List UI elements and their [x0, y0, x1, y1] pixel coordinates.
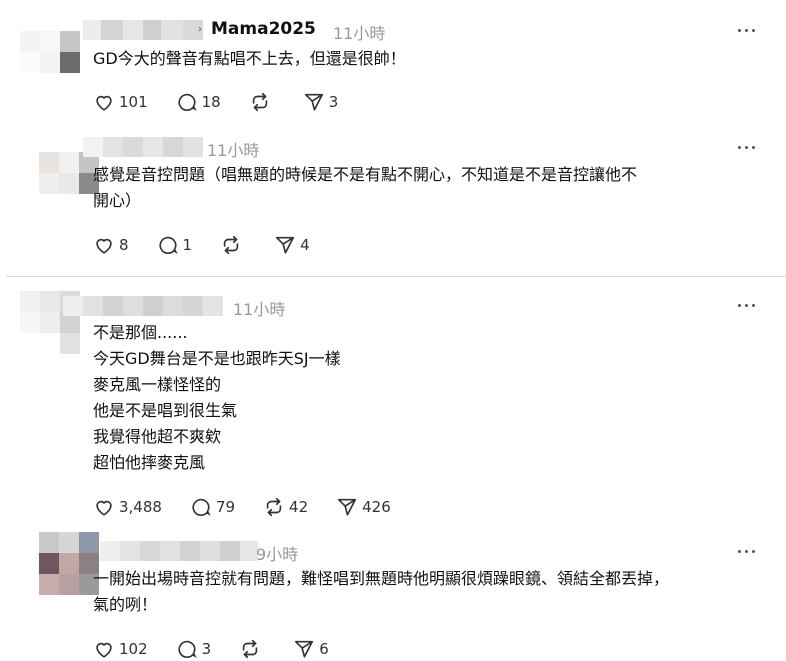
repost-count: 42 [289, 498, 309, 516]
blurred-username [63, 296, 223, 316]
share-button[interactable]: 6 [293, 638, 329, 660]
like-button[interactable]: 101 [93, 91, 148, 113]
repost-icon [252, 92, 267, 112]
heart-icon [96, 500, 112, 516]
more-icon[interactable] [738, 143, 756, 153]
heart-icon [96, 95, 112, 111]
repost-icon [242, 639, 258, 659]
like-button[interactable]: 102 [93, 638, 148, 660]
share-count: 426 [362, 498, 391, 516]
avatar[interactable] [20, 31, 80, 73]
reply-button[interactable]: 18 [176, 91, 221, 113]
comment-text: 不是那個...... 今天GD舞台是不是也跟昨天SJ一樣 麥克風一樣怪怪的 他是… [93, 323, 341, 472]
reply-count: 3 [201, 640, 212, 658]
comment-text: 一開始出場時音控就有問題，難怪唱到無題時他明顯很煩躁眼鏡、領結全都丟掉， 氣的咧… [93, 569, 670, 614]
send-icon [295, 640, 314, 658]
like-count: 102 [119, 640, 148, 658]
repost-button[interactable] [239, 638, 265, 660]
more-icon[interactable] [738, 547, 756, 557]
reply-button[interactable]: 79 [190, 496, 235, 518]
comment-text: 感覺是音控問題（唱無題的時候是不是有點不開心，不知道是不是音控讓他不 開心） [93, 165, 638, 210]
reply-count: 79 [215, 498, 236, 516]
reply-count: 18 [201, 93, 221, 111]
more-icon[interactable] [738, 301, 756, 311]
avatar[interactable] [39, 152, 99, 194]
share-button[interactable]: 4 [274, 234, 310, 256]
repost-button[interactable] [220, 234, 246, 256]
like-button[interactable]: 8 [93, 234, 129, 256]
reply-button[interactable]: 1 [157, 234, 193, 256]
timestamp[interactable]: 11小時 [333, 20, 385, 44]
send-icon [338, 498, 357, 516]
comment-text: GD今大的聲音有點唱不上去，但還是很帥！ [93, 49, 406, 68]
like-button[interactable]: 3,488 [93, 496, 162, 518]
action-bar: 8 1 4 [93, 233, 338, 257]
repost-icon [223, 235, 239, 255]
comment-icon [192, 498, 211, 517]
share-count: 6 [319, 640, 329, 658]
comment-icon [178, 640, 197, 659]
share-button[interactable]: 426 [336, 496, 391, 518]
action-bar: 3,488 79 42 426 [93, 495, 419, 519]
blurred-username [83, 137, 203, 157]
username[interactable]: Mama2025 [211, 19, 316, 39]
blurred-username [100, 541, 258, 561]
timestamp[interactable]: 11小時 [233, 296, 285, 320]
thread-divider [6, 276, 786, 277]
blurred-username [83, 20, 203, 40]
share-count: 4 [300, 236, 310, 254]
reply-count: 1 [182, 236, 193, 254]
like-count: 101 [119, 93, 148, 111]
action-bar: 102 3 6 [93, 637, 357, 661]
send-icon [276, 236, 295, 254]
like-count: 8 [119, 236, 129, 254]
reply-button[interactable]: 3 [176, 638, 212, 660]
timestamp[interactable]: 9小時 [256, 541, 298, 565]
repost-button[interactable]: 42 [263, 496, 308, 518]
timestamp[interactable]: 11小時 [207, 137, 259, 161]
heart-icon [96, 238, 112, 254]
repost-button[interactable] [249, 91, 275, 113]
share-button[interactable]: 3 [303, 91, 339, 113]
avatar[interactable] [39, 532, 99, 595]
heart-icon [96, 642, 112, 658]
more-icon[interactable] [738, 26, 756, 36]
comment-icon [158, 236, 178, 255]
chevron-right-icon: › [198, 24, 202, 35]
action-bar: 101 18 3 [93, 90, 366, 114]
like-count: 3,488 [119, 498, 162, 516]
send-icon [304, 93, 323, 111]
share-count: 3 [328, 93, 339, 111]
repost-icon [266, 497, 282, 517]
comment-icon [178, 93, 197, 112]
